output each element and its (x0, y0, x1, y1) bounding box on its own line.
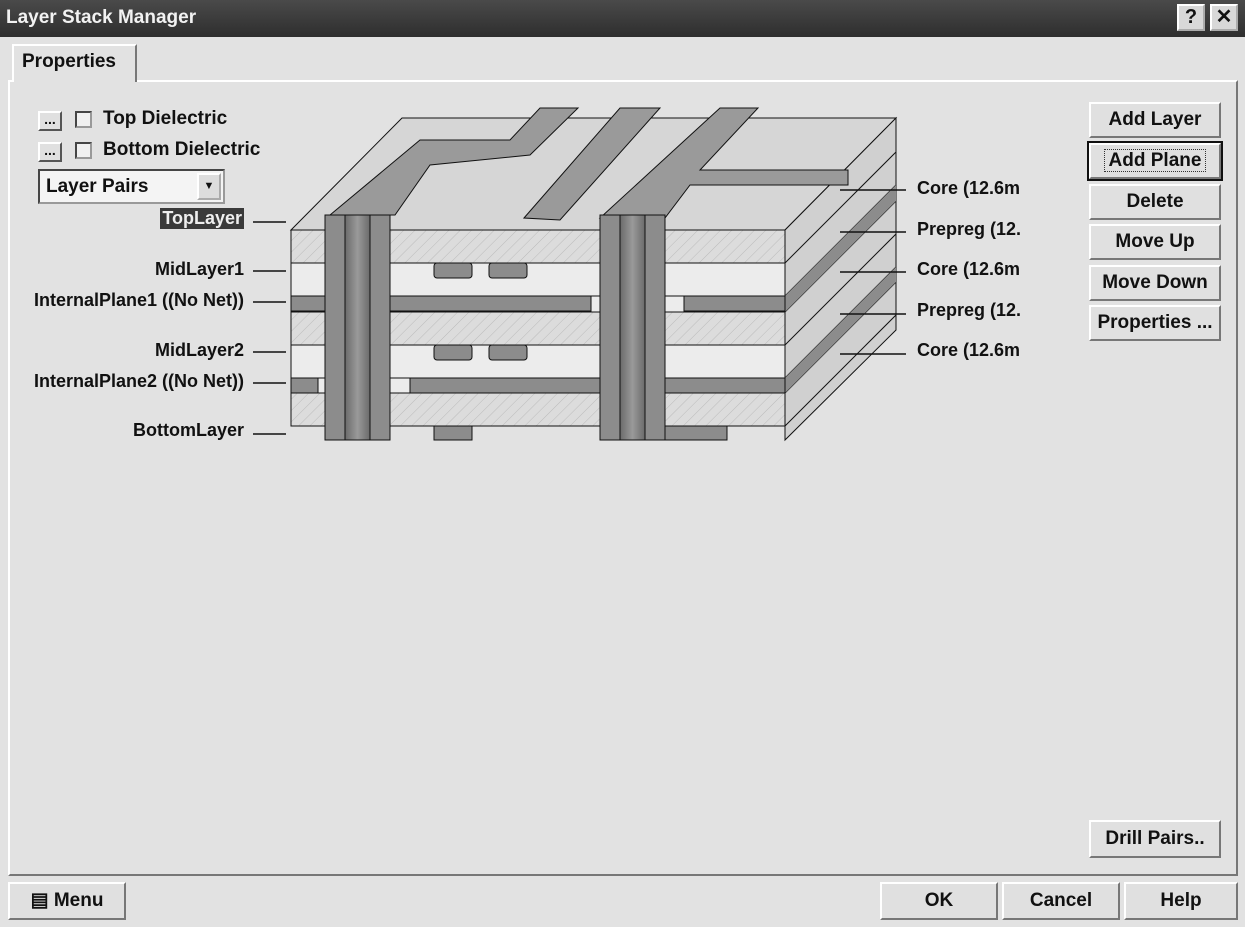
move-down-button[interactable]: Move Down (1089, 265, 1221, 301)
dielectric-label[interactable]: Prepreg (12. (917, 300, 1021, 321)
cancel-button[interactable]: Cancel (1002, 882, 1120, 920)
add-plane-button[interactable]: Add Plane (1087, 141, 1223, 181)
dielectric-label[interactable]: Core (12.6m (917, 259, 1020, 280)
menu-icon: ▤ (30, 890, 54, 911)
drill-pairs-button[interactable]: Drill Pairs.. (1089, 820, 1221, 858)
delete-button[interactable]: Delete (1089, 184, 1221, 220)
layer-label-internalplane1[interactable]: InternalPlane1 ((No Net)) (34, 290, 244, 311)
tab-properties[interactable]: Properties (12, 44, 137, 82)
dielectric-label[interactable]: Prepreg (12. (917, 219, 1021, 240)
layer-label-bottomlayer[interactable]: BottomLayer (133, 420, 244, 441)
move-up-button[interactable]: Move Up (1089, 224, 1221, 260)
add-plane-label: Add Plane (1103, 149, 1207, 172)
layer-label-toplayer[interactable]: TopLayer (160, 208, 244, 229)
layer-label-internalplane2[interactable]: InternalPlane2 ((No Net)) (34, 371, 244, 392)
ok-button[interactable]: OK (880, 882, 998, 920)
menu-button[interactable]: ▤ Menu (8, 882, 126, 920)
add-layer-button[interactable]: Add Layer (1089, 102, 1221, 138)
menu-label: Menu (53, 890, 104, 911)
properties-button[interactable]: Properties ... (1089, 305, 1221, 341)
help-button[interactable]: Help (1124, 882, 1238, 920)
layer-label-midlayer2[interactable]: MidLayer2 (155, 340, 244, 361)
layer-label-midlayer1[interactable]: MidLayer1 (155, 259, 244, 280)
dielectric-label[interactable]: Core (12.6m (917, 178, 1020, 199)
dielectric-label[interactable]: Core (12.6m (917, 340, 1020, 361)
